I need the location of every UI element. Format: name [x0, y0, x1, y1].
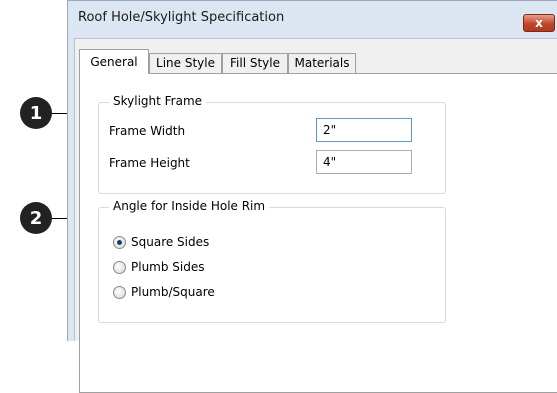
close-icon: x: [535, 16, 543, 30]
close-button[interactable]: x: [523, 14, 555, 32]
square-sides-label: Square Sides: [131, 235, 210, 249]
roof-hole-skylight-dialog: Roof Hole/Skylight Specification x Gener…: [67, 0, 557, 393]
dialog-client-area: General Line Style Fill Style Materials …: [74, 38, 557, 393]
tab-line-style[interactable]: Line Style: [149, 53, 222, 73]
square-sides-option[interactable]: Square Sides: [113, 235, 209, 249]
frame-height-label: Frame Height: [109, 156, 190, 170]
radio-selected-dot: [117, 239, 122, 245]
plumb-square-radio[interactable]: [113, 285, 126, 299]
general-tab-panel: Skylight Frame Frame Width Frame Height …: [79, 73, 557, 393]
window-title: Roof Hole/Skylight Specification: [78, 10, 285, 25]
title-bar[interactable]: Roof Hole/Skylight Specification x: [68, 1, 557, 38]
callout-2-badge: 2: [20, 202, 52, 234]
tab-materials[interactable]: Materials: [288, 53, 356, 73]
frame-height-input[interactable]: [316, 150, 412, 174]
tab-fill-style-label: Fill Style: [230, 56, 280, 70]
plumb-sides-label: Plumb Sides: [131, 260, 205, 274]
tab-line-style-label: Line Style: [156, 56, 215, 70]
frame-width-label: Frame Width: [109, 124, 186, 138]
tab-general-label: General: [90, 55, 138, 69]
tab-materials-label: Materials: [294, 56, 350, 70]
callout-1-badge: 1: [20, 97, 52, 129]
tab-fill-style[interactable]: Fill Style: [222, 53, 288, 73]
frame-width-input[interactable]: [316, 118, 412, 142]
angle-group-legend: Angle for Inside Hole Rim: [109, 199, 270, 213]
square-sides-radio[interactable]: [113, 235, 126, 249]
angle-inside-hole-rim-group: Angle for Inside Hole Rim Square Sides P…: [98, 199, 446, 323]
plumb-sides-option[interactable]: Plumb Sides: [113, 260, 205, 274]
skylight-frame-legend: Skylight Frame: [109, 94, 207, 108]
skylight-frame-group: Skylight Frame Frame Width Frame Height: [98, 94, 446, 194]
tab-general[interactable]: General: [79, 49, 149, 74]
plumb-sides-radio[interactable]: [113, 260, 126, 274]
plumb-square-label: Plumb/Square: [131, 285, 215, 299]
plumb-square-option[interactable]: Plumb/Square: [113, 285, 215, 299]
